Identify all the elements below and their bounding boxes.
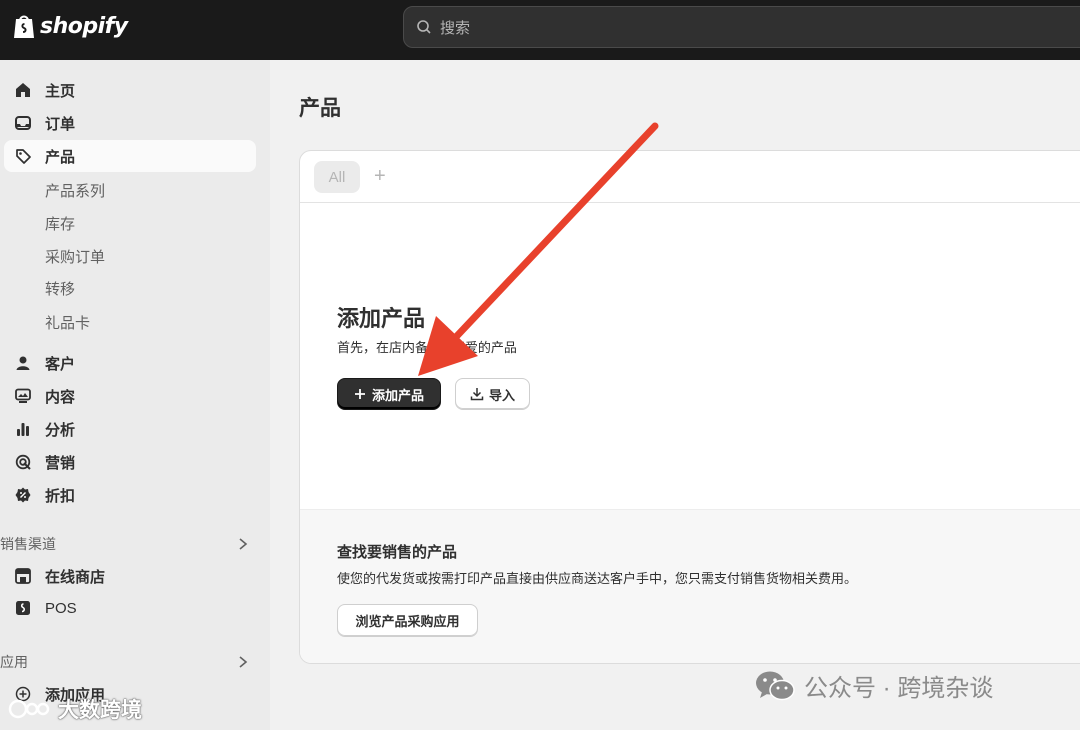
discount-icon [14,486,32,504]
wechat-watermark: 公众号 · 跨境杂谈 [754,668,993,703]
sidebar-subitem-collections[interactable]: 产品系列 [45,180,105,201]
products-card: All + 添加产品 首先，在店内备...客喜爱的产品 添加产品 导入 查找要销… [299,150,1080,664]
inbox-icon [14,114,32,132]
person-icon [14,354,32,372]
search-icon [417,20,431,34]
sidebar-item-home[interactable]: 主页 [4,74,256,106]
sales-channels-label: 销售渠道 [0,536,56,552]
add-product-label: 添加产品 [371,387,424,403]
page-title: 产品 [299,97,341,120]
sidebar-item-products[interactable]: 产品 [4,140,256,172]
sidebar-item-discounts[interactable]: 折扣 [4,479,256,511]
sidebar-item-online-store[interactable]: 在线商店 [4,560,256,592]
sidebar-item-label: 内容 [45,388,76,406]
sidebar-item-label: 产品 [45,148,76,166]
sidebar-item-analytics[interactable]: 分析 [4,413,256,445]
download-icon [470,388,484,401]
tab-all[interactable]: All [314,161,360,193]
sidebar-item-label: POS [45,599,77,617]
find-products-description: 使您的代发货或按需打印产品直接由供应商送达客户手中，您只需支付销售货物相关费用。 [337,571,858,586]
find-products-section: 查找要销售的产品 使您的代发货或按需打印产品直接由供应商送达客户手中，您只需支付… [300,509,1080,663]
sidebar-subitem-transfers[interactable]: 转移 [45,278,75,299]
shopify-logo[interactable]: shopify [12,12,128,40]
sidebar-item-orders[interactable]: 订单 [4,107,256,139]
sidebar-item-label: 在线商店 [45,568,106,586]
shopping-bag-icon [14,15,34,38]
sidebar-subitem-gift-cards[interactable]: 礼品卡 [45,312,90,333]
plus-icon [354,389,365,399]
import-label: 导入 [488,387,515,403]
sidebar-item-label: 折扣 [45,487,76,505]
sidebar-item-label: 客户 [45,355,76,373]
empty-state-description: 首先，在店内备...客喜爱的产品 [337,340,517,355]
search-placeholder: 搜索 [440,19,471,37]
apps-label: 应用 [0,654,28,670]
sidebar-item-content[interactable]: 内容 [4,380,256,412]
pos-icon [14,599,32,617]
sidebar: 主页 订单 产品 产品系列 库存 采购订单 转移 礼品卡 客户 内容 分析 营销… [0,60,270,730]
brand-watermark: 大数跨境 [8,694,142,724]
brand-watermark-text: 大数跨境 [58,699,142,722]
sales-channels-header[interactable]: 销售渠道 [0,532,260,556]
sidebar-subitem-inventory[interactable]: 库存 [45,213,75,234]
sidebar-item-pos[interactable]: POS [4,592,256,624]
sidebar-item-label: 营销 [45,454,76,472]
add-product-button[interactable]: 添加产品 [337,378,441,410]
sidebar-item-label: 订单 [45,115,76,133]
top-bar: shopify 搜索 [0,0,1080,60]
add-view-button[interactable]: + [374,165,386,187]
store-icon [14,567,32,585]
sidebar-item-marketing[interactable]: 营销 [4,446,256,478]
watermark-logo-icon [8,699,50,719]
search-input[interactable]: 搜索 [403,6,1080,48]
tag-icon [14,147,32,165]
chevron-right-icon [239,538,248,550]
wechat-icon [756,671,795,700]
brand-name: shopify [40,13,128,39]
bar-chart-icon [14,420,32,438]
sidebar-item-label: 分析 [45,421,76,439]
target-icon [14,453,32,471]
view-tabs: All + [300,151,1080,203]
import-button[interactable]: 导入 [455,378,530,410]
wechat-watermark-text: 公众号 · 跨境杂谈 [804,675,994,702]
empty-state-title: 添加产品 [337,306,426,331]
browse-sourcing-apps-button[interactable]: 浏览产品采购应用 [337,604,478,637]
apps-header[interactable]: 应用 [0,650,260,674]
chevron-right-icon [239,656,248,668]
sidebar-item-label: 主页 [45,82,76,100]
sidebar-subitem-purchase-orders[interactable]: 采购订单 [45,246,105,267]
home-icon [14,81,32,99]
find-products-title: 查找要销售的产品 [337,544,458,561]
sidebar-item-customers[interactable]: 客户 [4,347,256,379]
content-icon [14,387,32,405]
